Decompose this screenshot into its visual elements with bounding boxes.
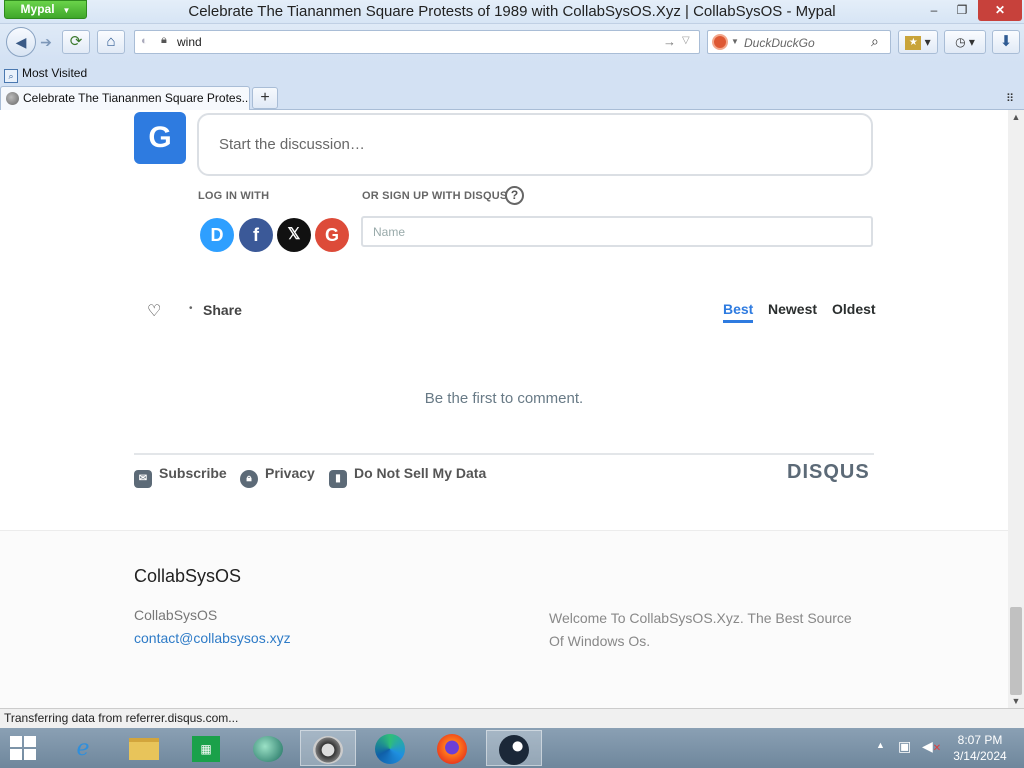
url-bar[interactable]: ◐ 🔒︎ → ▽ [134,30,700,54]
empty-comments-message: Be the first to comment. [424,390,584,407]
share-button[interactable]: Share [203,302,242,318]
firefox-icon[interactable] [424,730,480,766]
site-identity-icon[interactable]: ◐ [141,35,148,47]
folder-icon: ⌕ [4,69,18,83]
new-tab-button[interactable]: + [252,87,278,109]
clock-icon: ◷ [955,35,966,49]
lock-icon[interactable]: 🔒︎ [161,34,167,47]
history-button[interactable]: ◷ ▾ [944,30,986,54]
divider [134,453,874,455]
google-login-button[interactable]: G [315,218,349,252]
lock-icon: 🔒︎ [240,470,258,488]
clock-date: 3/14/2024 [953,749,1007,763]
scroll-down-icon[interactable]: ▼ [1008,696,1024,706]
search-icon[interactable]: ⌕ [871,33,879,50]
bookmark-star-icon: ★ [905,35,922,50]
title-bar: Mypal ▼ Celebrate The Tiananmen Square Pr… [0,0,1024,24]
login-label: LOG IN WITH [198,190,270,202]
bookmarks-menu-button[interactable]: ★ ▾ [898,30,938,54]
do-not-sell-label: Do Not Sell My Data [354,465,487,481]
forward-arrow-icon: ➔ [40,34,52,50]
url-input[interactable] [177,34,637,50]
tab-best[interactable]: Best [723,301,754,323]
reload-button[interactable]: ⟳ [62,30,90,54]
show-hidden-icons-icon[interactable]: ▲ [876,740,885,750]
mail-icon: ✉ [134,470,152,488]
tab-active[interactable]: Celebrate The Tiananmen Square Protes... [0,86,250,110]
footer-site-name: CollabSysOS [134,607,218,623]
disqus-login-button[interactable]: D [200,218,234,252]
tab-newest[interactable]: Newest [768,301,817,317]
site-footer: CollabSysOS CollabSysOS contact@collabsy… [0,530,1008,708]
footer-title: CollabSysOS [134,566,242,586]
subscribe-label: Subscribe [159,465,227,481]
privacy-label: Privacy [265,465,315,481]
window-title: Celebrate The Tiananmen Square Protests … [188,3,836,20]
taskbar: ℯ ▦ ▲ ▣ ◀✕ 8:07 PM 3/14/2024 [0,728,1024,768]
avatar: G [134,112,186,164]
duckduckgo-icon[interactable] [712,34,728,50]
steam-icon[interactable] [486,730,542,766]
maximize-button[interactable]: ❐ [948,0,976,21]
signup-label: OR SIGN UP WITH DISQUS [362,190,508,202]
scrollbar-thumb[interactable] [1010,607,1022,695]
disqus-logo[interactable]: DISQUS [787,461,870,484]
search-engine-dropdown-icon[interactable]: ▼ [731,37,739,46]
tab-label: Celebrate The Tiananmen Square Protes... [23,91,250,105]
bookmark-most-visited[interactable]: ⌕ Most Visited [4,66,87,83]
back-arrow-icon: ◀ [15,34,27,50]
mypal-icon[interactable] [300,730,356,766]
list-all-tabs-button[interactable]: ⠿ [1006,92,1014,105]
scroll-up-icon[interactable]: ▲ [1008,112,1024,122]
tab-strip: Celebrate The Tiananmen Square Protes...… [0,86,1024,110]
bullet-icon: • [189,303,193,314]
url-dropdown-icon[interactable]: ▽ [682,35,690,46]
bookmarks-toolbar: ⌕ Most Visited [0,62,1024,86]
heart-icon[interactable]: ♡ [147,301,161,321]
plus-icon: + [260,89,270,106]
facebook-login-button[interactable]: f [239,218,273,252]
download-arrow-icon: ⬇ [999,33,1013,50]
start-button[interactable] [10,736,38,762]
close-button[interactable]: ✕ [978,0,1022,21]
footer-description: Welcome To CollabSysOS.Xyz. The Best Sou… [549,610,852,649]
x-login-button[interactable]: 𝕏 [277,218,311,252]
clock-time: 8:07 PM [957,733,1003,747]
clock[interactable]: 8:07 PM 3/14/2024 [948,732,1012,764]
search-input[interactable] [744,35,864,50]
windows-logo-icon [10,736,22,747]
comment-input[interactable] [197,113,873,176]
subscribe-link[interactable]: ✉ Subscribe [134,465,227,488]
volume-muted-icon[interactable]: ◀✕ [922,738,941,755]
back-button[interactable]: ◀ [6,27,36,57]
navigation-toolbar: ◀ ➔ ⟳ ⌂ ◐ 🔒︎ → ▽ ▼ ⌕ ★ ▾ ◷ ▾ ⬇ [0,24,1024,62]
home-icon: ⌂ [106,33,116,50]
tab-oldest[interactable]: Oldest [832,301,876,317]
home-button[interactable]: ⌂ [97,30,125,54]
status-bar: Transferring data from referrer.disqus.c… [0,708,1024,728]
help-icon[interactable]: ? [505,186,524,205]
file-explorer-icon[interactable] [116,730,172,766]
footer-email-link[interactable]: contact@collabsysos.xyz [134,630,291,646]
privacy-link[interactable]: 🔒︎ Privacy [240,465,315,488]
name-field[interactable] [361,216,873,247]
favicon-icon [6,92,19,105]
reload-icon: ⟳ [69,33,83,50]
go-arrow-icon[interactable]: → [663,34,676,49]
bookmark-label: Most Visited [22,66,88,80]
search-bar[interactable]: ▼ ⌕ [707,30,891,54]
internet-explorer-icon[interactable]: ℯ [55,730,111,766]
vertical-scrollbar[interactable]: ▲ ▼ [1008,110,1024,708]
orb-app-icon[interactable] [240,730,296,766]
do-not-sell-link[interactable]: ▮ Do Not Sell My Data [329,465,486,488]
edge-icon[interactable] [362,730,418,766]
network-icon[interactable]: ▣ [898,738,911,755]
document-icon: ▮ [329,470,347,488]
store-icon[interactable]: ▦ [178,730,234,766]
forward-button[interactable]: ➔ [36,33,56,51]
downloads-button[interactable]: ⬇ [992,30,1020,54]
page-content: G LOG IN WITH OR SIGN UP WITH DISQUS ? D… [0,110,1008,708]
minimize-button[interactable]: – [920,0,948,21]
